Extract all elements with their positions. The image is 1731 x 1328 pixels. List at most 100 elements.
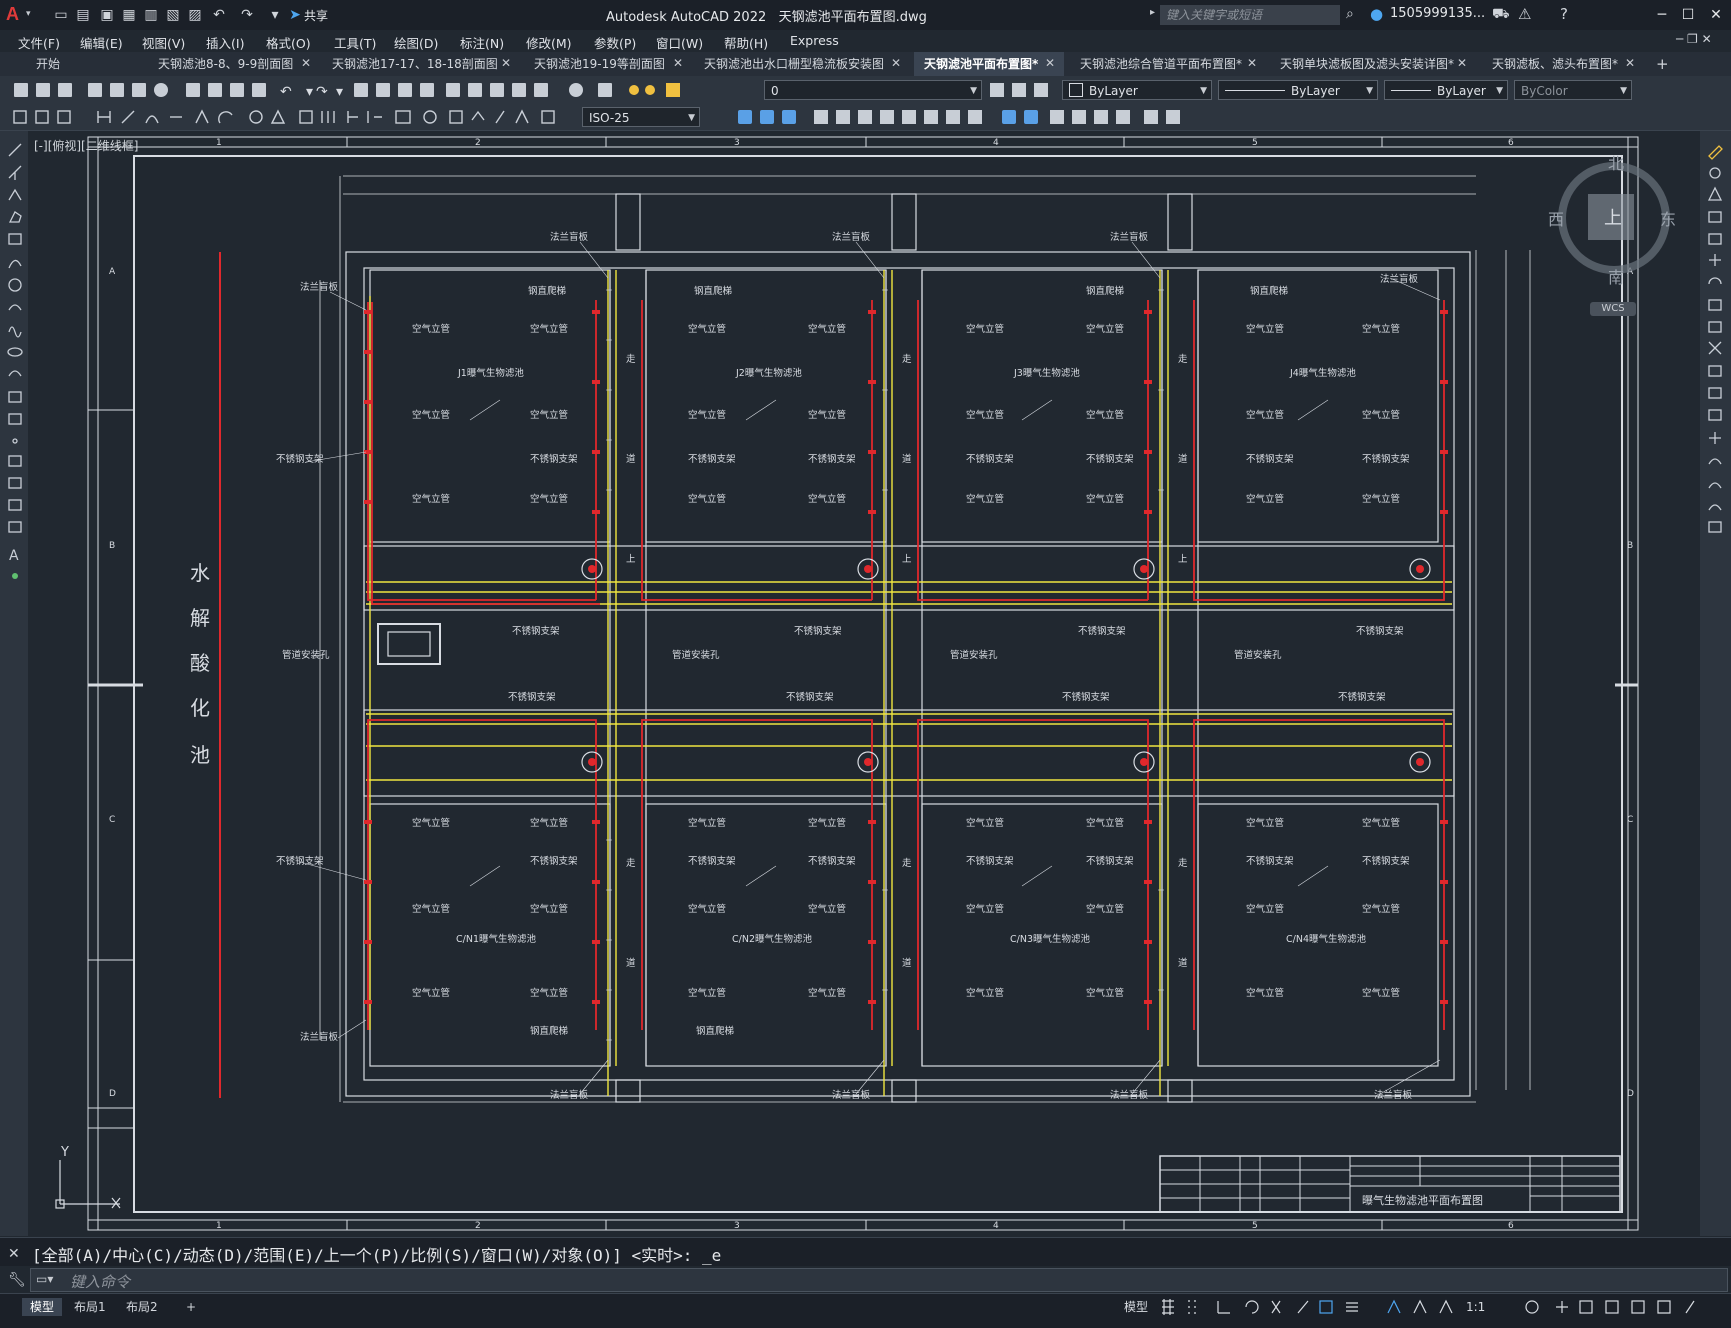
search-input[interactable]: 键入关键字或短语 — [1160, 5, 1340, 25]
close-icon[interactable]: ✕ — [500, 57, 512, 69]
annotation-scale[interactable]: 1:1 — [1466, 1300, 1485, 1314]
linetype-dropdown[interactable]: ByLayer ▼ — [1218, 80, 1378, 100]
redo-icon[interactable]: ↷ — [238, 6, 256, 24]
close-icon[interactable]: ✕ — [1624, 57, 1636, 69]
close-button[interactable]: ✕ — [1704, 4, 1728, 26]
viewcube-west[interactable]: 西 — [1548, 206, 1564, 230]
modify-tools-icons[interactable] — [1706, 142, 1726, 545]
close-icon[interactable]: ✕ — [672, 57, 684, 69]
tab-file-2[interactable]: 天钢滤池17-17、18-18剖面图 — [322, 52, 514, 76]
layout-tab-1[interactable]: 布局1 — [66, 1298, 114, 1316]
cart-icon[interactable]: ⛟ — [1492, 6, 1510, 24]
chevron-down-icon: ▼ — [1496, 86, 1503, 96]
print-icon[interactable]: ▨ — [186, 6, 204, 24]
help-icon[interactable]: ? — [1560, 5, 1568, 23]
status-toggle-icons[interactable]: 1:1 — [1160, 1297, 1720, 1320]
menu-window[interactable]: 窗口(W) — [656, 33, 703, 52]
menu-express[interactable]: Express — [790, 33, 839, 48]
close-icon[interactable]: ✕ — [300, 57, 312, 69]
maximize-button[interactable]: ☐ — [1676, 4, 1700, 26]
chevron-down-icon: ▼ — [1366, 86, 1373, 96]
lineweight-value: ByLayer — [1437, 84, 1486, 98]
model-space-button[interactable]: 模型 — [1124, 1298, 1148, 1316]
close-icon[interactable]: ✕ — [890, 57, 902, 69]
layout-tab-model[interactable]: 模型 — [22, 1298, 63, 1316]
autodesk-app-icon[interactable]: ⚠ — [1518, 5, 1531, 23]
draw-tools-icons[interactable]: A — [6, 142, 26, 585]
chevron-down-icon: ▼ — [688, 113, 695, 123]
tab-file-active[interactable]: 天钢滤池平面布置图* — [914, 52, 1064, 76]
menu-file[interactable]: 文件(F) — [18, 33, 60, 52]
share-icon[interactable]: ➤ — [286, 6, 304, 24]
app-menu-chevron-icon[interactable]: ▾ — [26, 9, 31, 19]
menu-format[interactable]: 格式(O) — [266, 33, 311, 52]
svg-text:▾: ▾ — [306, 84, 313, 99]
layer-dropdown[interactable]: 0 ▼ — [764, 80, 982, 100]
viewport-controls-label[interactable]: [-][俯视][二维线框] — [34, 137, 138, 154]
drawing-canvas[interactable] — [30, 131, 1698, 1236]
tab-file-7[interactable]: 天钢单块滤板图及滤头安装详图* — [1270, 52, 1470, 76]
close-icon[interactable]: ✕ — [8, 1246, 20, 1262]
viewcube-south[interactable]: 南 — [1608, 264, 1624, 288]
menu-insert[interactable]: 插入(I) — [206, 33, 244, 52]
command-input[interactable] — [30, 1268, 1728, 1292]
recent-commands-icon[interactable]: ▭▾ — [36, 1272, 53, 1286]
menu-parametric[interactable]: 参数(P) — [594, 33, 636, 52]
svg-text:↶: ↶ — [280, 84, 292, 99]
color-swatch — [1069, 83, 1083, 97]
tab-file-8[interactable]: 天钢滤板、滤头布置图* — [1482, 52, 1642, 76]
menu-modify[interactable]: 修改(M) — [526, 33, 572, 52]
search-expand-icon[interactable]: ▸ — [1150, 7, 1155, 18]
quick-access-more-icon[interactable]: ▾ — [266, 6, 284, 24]
tab-file-1[interactable]: 天钢滤池8-8、9-9剖面图 — [148, 52, 314, 76]
user-account[interactable]: 1505999135... — [1390, 6, 1485, 21]
menu-bar — [0, 30, 1731, 52]
menu-help[interactable]: 帮助(H) — [724, 33, 768, 52]
menu-dimension[interactable]: 标注(N) — [460, 33, 504, 52]
toolbar-icon-strip[interactable]: ↶ ▾ ↷ ▾ — [10, 81, 690, 100]
dimstyle-dropdown[interactable]: ISO-25 ▼ — [582, 107, 700, 127]
wcs-menu[interactable]: WCS — [1590, 302, 1636, 316]
color-value: ByLayer — [1089, 84, 1138, 98]
plotstyle-dropdown[interactable]: ByColor ▼ — [1514, 80, 1632, 100]
autocad-logo-icon[interactable]: A — [6, 4, 26, 26]
color-dropdown[interactable]: ByLayer ▼ — [1062, 80, 1212, 100]
plot-icon[interactable]: ▧ — [164, 6, 182, 24]
new-file-icon[interactable]: ▭ — [52, 6, 70, 24]
open-file-icon[interactable]: ▤ — [74, 6, 92, 24]
tab-file-6[interactable]: 天钢滤池综合管道平面布置图* — [1070, 52, 1266, 76]
close-icon[interactable]: ✕ — [1456, 57, 1468, 69]
minimize-button[interactable]: ─ — [1650, 4, 1674, 26]
customize-wrench-icon[interactable]: 🔧︎ — [8, 1272, 26, 1288]
menu-edit[interactable]: 编辑(E) — [80, 33, 123, 52]
viewcube-north[interactable]: 北 — [1608, 150, 1624, 174]
viewcube-top-face[interactable]: 上 — [1604, 204, 1622, 230]
doc-minimize-icon[interactable]: ─ ❐ ✕ — [1676, 32, 1712, 46]
tab-file-4[interactable]: 天钢滤池出水口栅型稳流板安装图 — [694, 52, 908, 76]
menu-tools[interactable]: 工具(T) — [334, 33, 376, 52]
modify-toolbar-icons[interactable] — [706, 107, 1226, 130]
search-icon[interactable]: ⌕ — [1346, 6, 1354, 22]
layout-tab-2[interactable]: 布局2 — [118, 1298, 166, 1316]
menu-view[interactable]: 视图(V) — [142, 33, 185, 52]
save-icon[interactable]: ▣ — [98, 6, 116, 24]
viewcube-east[interactable]: 东 — [1660, 206, 1676, 230]
add-layout-plus-icon[interactable]: + — [178, 1298, 204, 1316]
share-button[interactable]: 共享 — [304, 7, 328, 24]
user-icon[interactable]: ● — [1370, 5, 1383, 23]
new-tab-plus-icon[interactable]: + — [1656, 55, 1669, 73]
save-as-icon[interactable]: ▦ — [120, 6, 138, 24]
tab-start[interactable]: 开始 — [26, 52, 136, 76]
publish-icon[interactable]: ▥ — [142, 6, 160, 24]
undo-icon[interactable]: ↶ — [210, 6, 228, 24]
lineweight-dropdown[interactable]: ByLayer ▼ — [1384, 80, 1508, 100]
layer-tools-icons[interactable] — [988, 80, 1058, 103]
close-icon[interactable]: ✕ — [1044, 57, 1056, 69]
window-title: Autodesk AutoCAD 2022 天钢滤池平面布置图.dwg — [606, 10, 927, 25]
tab-file-3[interactable]: 天钢滤池19-19等剖面图 — [524, 52, 686, 76]
close-icon[interactable]: ✕ — [1246, 57, 1258, 69]
menu-draw[interactable]: 绘图(D) — [394, 33, 438, 52]
dimension-icon-strip[interactable] — [10, 108, 580, 126]
linetype-value: ByLayer — [1291, 84, 1340, 98]
linetype-sample — [1225, 90, 1285, 91]
